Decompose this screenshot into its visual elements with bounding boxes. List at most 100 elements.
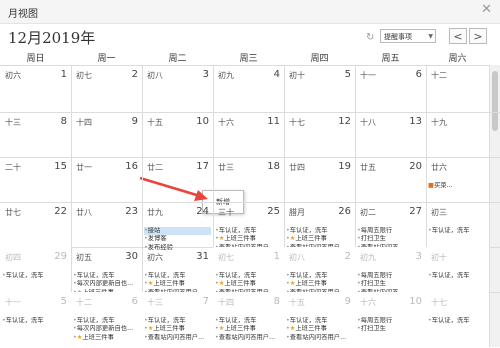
day-cell[interactable]: 初三 •车认证，洗车 xyxy=(426,202,489,247)
event-item[interactable]: •发博客 xyxy=(144,235,211,243)
event-list: ■买菜... xyxy=(428,182,487,190)
day-number: 6 xyxy=(415,69,422,80)
day-number: 3 xyxy=(202,69,209,80)
day-cell[interactable]: 十二 xyxy=(426,65,489,112)
day-cell[interactable]: 廿三 18 xyxy=(213,157,284,202)
day-cell[interactable]: 十一 5 •车认证，洗车 xyxy=(0,292,71,347)
day-cell[interactable]: 廿六 ■买菜... xyxy=(426,157,489,202)
event-item[interactable]: •车认证，洗车 xyxy=(144,272,211,280)
day-cell[interactable]: 初九3•每周五限行•打扫卫生•查看站内问答... xyxy=(355,247,426,296)
day-number: 2 xyxy=(131,69,138,80)
day-cell[interactable]: 二十 15 xyxy=(0,157,71,202)
event-item[interactable]: ■买菜... xyxy=(428,182,487,190)
day-cell[interactable]: 廿九 24 •接站 •发博客 •发布经验 xyxy=(142,202,213,251)
event-item[interactable]: •车认证，洗车 xyxy=(215,227,282,235)
event-item[interactable]: •★上班三件事 xyxy=(144,325,211,333)
event-item[interactable]: •车认证，洗车 xyxy=(215,272,282,280)
event-item[interactable]: •★上班三件事 xyxy=(215,280,282,288)
day-cell[interactable]: 十五 9 •车认证，洗车 •★上班三件事 •查看站内问答用户... xyxy=(284,292,355,347)
day-cell[interactable]: 十七 12 xyxy=(284,112,355,157)
day-cell[interactable]: 廿四 19 xyxy=(284,157,355,202)
scrollbar-thumb[interactable] xyxy=(492,71,498,131)
day-cell[interactable]: 初八 3 xyxy=(142,65,213,112)
event-item[interactable]: •车认证，洗车 xyxy=(215,317,282,325)
day-number: 16 xyxy=(125,161,138,172)
event-item[interactable]: •每周五限行 xyxy=(357,227,424,235)
day-cell[interactable]: 十二 6 •车认证，洗车 •每次内部更新自也... •★上班三件事 xyxy=(71,292,142,347)
event-title: 查看站内问答用户... xyxy=(147,333,205,341)
event-item[interactable]: •车认证，洗车 xyxy=(2,317,69,325)
event-item[interactable]: •★上班三件事 xyxy=(215,235,282,243)
lunar-date: 廿八 xyxy=(76,208,92,217)
day-cell[interactable]: 腊月26•车认证，洗车•★上班三件事•查看站内问答用户... xyxy=(284,202,355,251)
event-title: 上班三件事 xyxy=(153,325,185,333)
event-title: 上班三件事 xyxy=(295,235,327,243)
lunar-date: 二十 xyxy=(5,163,21,172)
event-item[interactable]: •每周五限行 xyxy=(357,317,424,325)
event-title: 上班三件事 xyxy=(224,325,256,333)
event-item[interactable]: •车认证，洗车 xyxy=(144,317,211,325)
event-item[interactable]: •★上班三件事 xyxy=(144,280,211,288)
event-item[interactable]: •车认证，洗车 xyxy=(286,317,353,325)
day-cell[interactable]: 廿八 23 xyxy=(71,202,142,247)
event-item[interactable]: •打扫卫生 xyxy=(357,325,424,333)
day-cell[interactable]: 廿一 16 xyxy=(71,157,142,202)
event-item[interactable]: •★上班三件事 xyxy=(215,325,282,333)
day-cell[interactable]: 初十 •车认证，洗车 xyxy=(426,247,489,292)
event-item[interactable]: •车认证，洗车 xyxy=(428,272,487,280)
event-item[interactable]: •车认证，洗车 xyxy=(2,272,69,280)
event-item[interactable]: •车认证，洗车 xyxy=(73,272,140,280)
lunar-date: 廿七 xyxy=(5,208,21,217)
day-number: 7 xyxy=(202,296,209,307)
event-item[interactable]: •★上班三件事 xyxy=(286,325,353,333)
event-item[interactable]: •车认证，洗车 xyxy=(286,272,353,280)
event-item[interactable]: •查看站内问答用户... xyxy=(144,334,211,342)
event-item[interactable]: •车认证，洗车 xyxy=(428,317,487,325)
day-cell[interactable]: 初六 1 xyxy=(0,65,71,112)
event-item[interactable]: •车认证，洗车 xyxy=(73,317,140,325)
day-cell[interactable]: 初六31•车认证，洗车•★上班三件事•查看站内问答用户... xyxy=(142,247,213,296)
day-cell[interactable]: 初九 4 xyxy=(213,65,284,112)
event-item[interactable]: •车认证，洗车 xyxy=(428,227,487,235)
day-cell[interactable]: 初五30•车认证，洗车•每次内部更新自也...•★上班三件事 xyxy=(71,247,142,296)
event-item[interactable]: •★上班三件事 xyxy=(73,334,140,342)
day-cell[interactable]: 初七1•车认证，洗车•★上班三件事•查看站内问答用户... xyxy=(213,247,284,296)
day-cell[interactable]: 廿七 22 xyxy=(0,202,71,247)
day-number: 1 xyxy=(273,251,280,262)
event-item[interactable]: •★上班三件事 xyxy=(286,280,353,288)
day-cell[interactable]: 廿五 20 xyxy=(355,157,426,202)
event-item[interactable]: •接站 xyxy=(144,227,211,236)
event-item[interactable]: •查看站内问答用户... xyxy=(215,334,282,342)
event-item[interactable]: •打扫卫生 xyxy=(357,235,424,243)
day-cell[interactable]: 十九 xyxy=(426,112,489,157)
event-item[interactable]: •★上班三件事 xyxy=(286,235,353,243)
event-title: 车认证，洗车 xyxy=(289,272,328,279)
day-cell[interactable]: 十八 13 xyxy=(355,112,426,157)
day-cell[interactable]: 三十25•车认证，洗车•★上班三件事•查看站内问答用户... xyxy=(213,202,284,251)
day-cell[interactable]: 十七 •车认证，洗车 xyxy=(426,292,489,347)
day-cell[interactable]: 十五 10 xyxy=(142,112,213,157)
day-cell[interactable]: 十六 11 xyxy=(213,112,284,157)
day-cell[interactable]: 十三 8 xyxy=(0,112,71,157)
day-cell[interactable]: 十三 7 •车认证，洗车 •★上班三件事 •查看站内问答用户... xyxy=(142,292,213,347)
day-cell[interactable]: 十一 6 xyxy=(355,65,426,112)
day-cell[interactable]: 初八2•车认证，洗车•★上班三件事•查看站内问答用户... xyxy=(284,247,355,296)
day-number: 23 xyxy=(125,206,138,217)
event-item[interactable]: •车认证，洗车 xyxy=(286,227,353,235)
lunar-date: 十一 xyxy=(5,298,21,307)
event-item[interactable]: •每周五限行 xyxy=(357,272,424,280)
day-cell[interactable]: 初四 29 •车认证，洗车 xyxy=(0,247,71,292)
day-cell[interactable]: 十六 10 •每周五限行 •打扫卫生 xyxy=(355,292,426,347)
event-item[interactable]: •每次内部更新自也... xyxy=(73,280,140,288)
event-item[interactable]: •打扫卫生 xyxy=(357,280,424,288)
day-cell[interactable]: 廿二 17 xyxy=(142,157,213,202)
day-cell[interactable]: 十四 9 xyxy=(71,112,142,157)
day-cell[interactable]: 十四 8 •车认证，洗车 •★上班三件事 •查看站内问答用户... xyxy=(213,292,284,347)
vertical-scrollbar[interactable] xyxy=(489,65,500,347)
lunar-date: 十一 xyxy=(360,71,376,80)
day-cell[interactable]: 初二27•每周五限行•打扫卫生•查看站内问答... xyxy=(355,202,426,251)
day-cell[interactable]: 初十 5 xyxy=(284,65,355,112)
event-item[interactable]: •查看站内问答用户... xyxy=(286,334,353,342)
event-item[interactable]: •每次内部更新自也... xyxy=(73,325,140,333)
day-cell[interactable]: 初七 2 xyxy=(71,65,142,112)
